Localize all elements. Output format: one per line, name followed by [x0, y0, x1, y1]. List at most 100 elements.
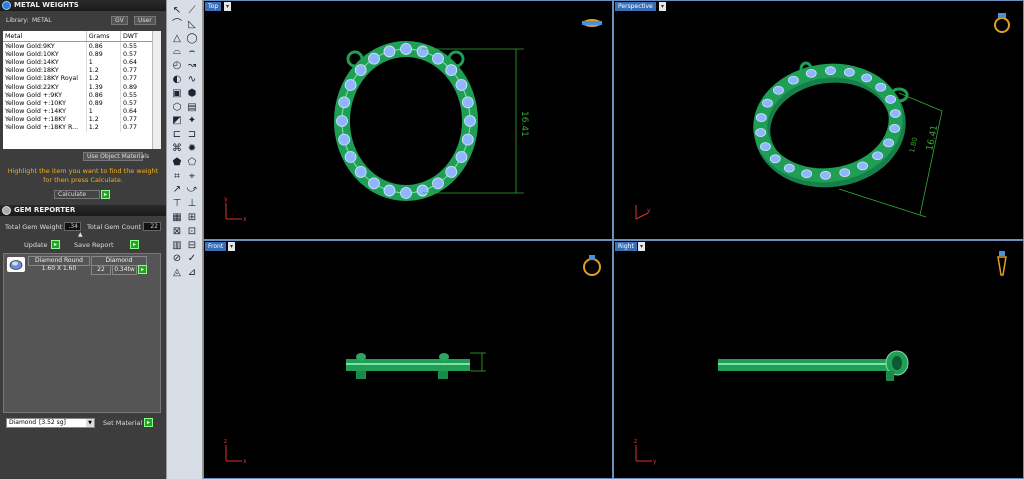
gem-stone	[383, 45, 396, 58]
modeling-tool-icon[interactable]: ↖	[171, 5, 183, 17]
metal-table-row[interactable]: Yellow Gold +:14KY 1 0.64	[3, 107, 154, 116]
modeling-tool-icon[interactable]: ◬	[171, 267, 183, 279]
metal-instruction-text: Highlight the item you want to find the …	[7, 167, 159, 184]
viewport-perspective[interactable]: Perspective ▾ 16.41 1.80 y	[613, 0, 1024, 240]
modeling-tool-icon[interactable]: ⊏	[171, 129, 183, 141]
set-material-go-icon[interactable]: ▸	[144, 418, 153, 427]
metal-table-row[interactable]: Yellow Gold:10KY 0.89 0.57	[3, 50, 154, 59]
modeling-tool-icon[interactable]: ⊟	[186, 240, 198, 252]
metal-table-cell: 0.86	[86, 41, 121, 51]
modeling-tool-icon[interactable]: ↗	[171, 184, 183, 196]
viewport-front[interactable]: Front ▾ xz	[203, 240, 613, 479]
gem-stone	[820, 170, 831, 180]
metal-column-header[interactable]: DWT	[120, 31, 154, 42]
metal-table-cell: 1	[86, 107, 121, 116]
total-gem-count-label: Total Gem Count	[87, 223, 141, 231]
modeling-tool-icon[interactable]: ⬡	[171, 102, 183, 114]
update-go-icon[interactable]: ▸	[51, 240, 60, 249]
metal-table-scrollbar[interactable]	[152, 31, 161, 149]
modeling-tool-icon[interactable]: ⟋	[186, 5, 198, 17]
modeling-tool-icon[interactable]: ⊠	[171, 226, 183, 238]
modeling-tool-icon[interactable]: ⊥	[186, 198, 198, 210]
chevron-down-icon[interactable]: ▼	[86, 419, 94, 427]
viewport-top[interactable]: Top ▾ 16.41 xy	[203, 0, 613, 240]
metal-table-row[interactable]: Yellow Gold:18KY 1.2 0.77	[3, 66, 154, 75]
modeling-tool-icon[interactable]: ∿	[186, 74, 198, 86]
modeling-tool-icon[interactable]: ⊘	[171, 253, 183, 265]
total-gem-count-field[interactable]: 22	[143, 222, 161, 231]
gem-table[interactable]: Diamond Round Diamond 1.60 X 1.60 22 0.3…	[3, 253, 161, 413]
modeling-tool-icon[interactable]: ⊤	[171, 198, 183, 210]
modeling-tool-icon[interactable]: ⬢	[186, 88, 198, 100]
modeling-tool-icon[interactable]: ↝	[186, 60, 198, 72]
metal-table-cell: Yellow Gold +:18KY	[3, 115, 87, 124]
modeling-tool-icon[interactable]: ⊿	[186, 267, 198, 279]
metal-table-row[interactable]: Yellow Gold:18KY Royal 1.2 0.77	[3, 74, 154, 83]
modeling-tool-icon[interactable]: ▤	[186, 102, 198, 114]
gem-sort-icon[interactable]: ▲	[78, 231, 83, 238]
modeling-tool-icon[interactable]: ◩	[171, 115, 183, 127]
modeling-tool-icon[interactable]: ▥	[171, 240, 183, 252]
gem-stone	[445, 166, 458, 178]
modeling-tool-icon[interactable]: ⤻	[186, 184, 198, 196]
modeling-tool-icon[interactable]: ◐	[171, 74, 183, 86]
metal-weights-logo-icon	[2, 1, 11, 10]
modeling-tool-icon[interactable]: ⌓	[171, 46, 183, 58]
perspective-dimension-small-text: 1.80	[908, 136, 919, 153]
metal-table-row[interactable]: Yellow Gold +:9KY 0.86 0.55	[3, 91, 154, 100]
metal-table-row[interactable]: Yellow Gold:22KY 1.39 0.89	[3, 82, 154, 92]
gv-button[interactable]: GV	[111, 16, 128, 25]
metal-table-row[interactable]: Yellow Gold +:18KY 1.2 0.77	[3, 115, 154, 124]
modeling-tool-icon[interactable]: ⊡	[186, 226, 198, 238]
viewport-right[interactable]: Right ▾ yz	[613, 240, 1024, 479]
metal-column-header[interactable]: Grams	[86, 31, 121, 42]
modeling-tool-icon[interactable]: ⌒	[171, 19, 183, 31]
ring-perspective-icon	[994, 13, 1010, 33]
metal-table-cell: 1.2	[86, 115, 121, 124]
material-select[interactable]: Diamond [3.52 sg] ▼	[6, 418, 95, 428]
modeling-tool-icon[interactable]: ✓	[186, 253, 198, 265]
modeling-tool-icon[interactable]: ⬟	[171, 157, 183, 169]
save-report-button[interactable]: Save Report	[74, 241, 114, 249]
modeling-tool-icon[interactable]: ⬠	[186, 157, 198, 169]
save-report-go-icon[interactable]: ▸	[130, 240, 139, 249]
modeling-tool-icon[interactable]: ⌘	[171, 143, 183, 155]
metal-table-row[interactable]: Yellow Gold:9KY 0.86 0.55	[3, 41, 154, 51]
gem-stone	[872, 151, 883, 161]
gem-go-icon[interactable]: ▸	[138, 265, 147, 274]
use-object-materials-button[interactable]: Use Object Materials	[83, 152, 149, 161]
modeling-tool-icon[interactable]: ⌢	[186, 46, 198, 58]
modeling-tool-icon[interactable]: ◺	[186, 19, 198, 31]
front-view-model	[346, 353, 470, 379]
metal-table-row[interactable]: Yellow Gold:14KY 1 0.64	[3, 58, 154, 67]
modeling-tool-icon[interactable]: ◯	[186, 33, 198, 45]
metal-table[interactable]: Metal Grams DWT Yellow Gold:9KY 0.86 0.55 Yel…	[3, 31, 161, 149]
gem-weight: 0.34tw	[112, 265, 137, 275]
modeling-tool-icon[interactable]: ⊞	[186, 212, 198, 224]
modeling-tool-icon[interactable]: ◴	[171, 60, 183, 72]
set-material-button[interactable]: Set Material	[103, 419, 142, 427]
gem-stone	[875, 82, 887, 92]
modeling-tool-icon[interactable]: ✦	[186, 115, 198, 127]
gem-stone	[843, 67, 855, 77]
calculate-go-icon[interactable]: ▸	[101, 190, 110, 199]
metal-table-cell: Yellow Gold:18KY	[3, 66, 87, 75]
modeling-tool-icon[interactable]: ⌗	[171, 171, 183, 183]
total-gem-weight-field[interactable]: .34	[64, 222, 81, 231]
modeling-tool-icon[interactable]: ▣	[171, 88, 183, 100]
modeling-tool-icon[interactable]: ⊐	[186, 129, 198, 141]
modeling-tool-icon[interactable]: △	[171, 33, 183, 45]
modeling-tool-icon[interactable]: ✹	[186, 143, 198, 155]
svg-text:x: x	[243, 458, 247, 465]
gem-stone	[445, 64, 458, 76]
update-button[interactable]: Update	[24, 241, 48, 249]
calculate-button[interactable]: Calculate	[54, 190, 100, 199]
modeling-tool-icon[interactable]: ▦	[171, 212, 183, 224]
metal-column-header[interactable]: Metal	[3, 31, 87, 42]
user-button[interactable]: User	[134, 16, 156, 25]
metal-table-row[interactable]: Yellow Gold +:10KY 0.89 0.57	[3, 99, 154, 108]
gem-stone	[354, 64, 367, 76]
metal-table-row[interactable]: Yellow Gold +:18KY R... 1.2 0.77	[3, 123, 154, 133]
modeling-tool-icon[interactable]: ⌖	[186, 171, 198, 183]
metal-table-cell: 0.77	[120, 123, 154, 133]
